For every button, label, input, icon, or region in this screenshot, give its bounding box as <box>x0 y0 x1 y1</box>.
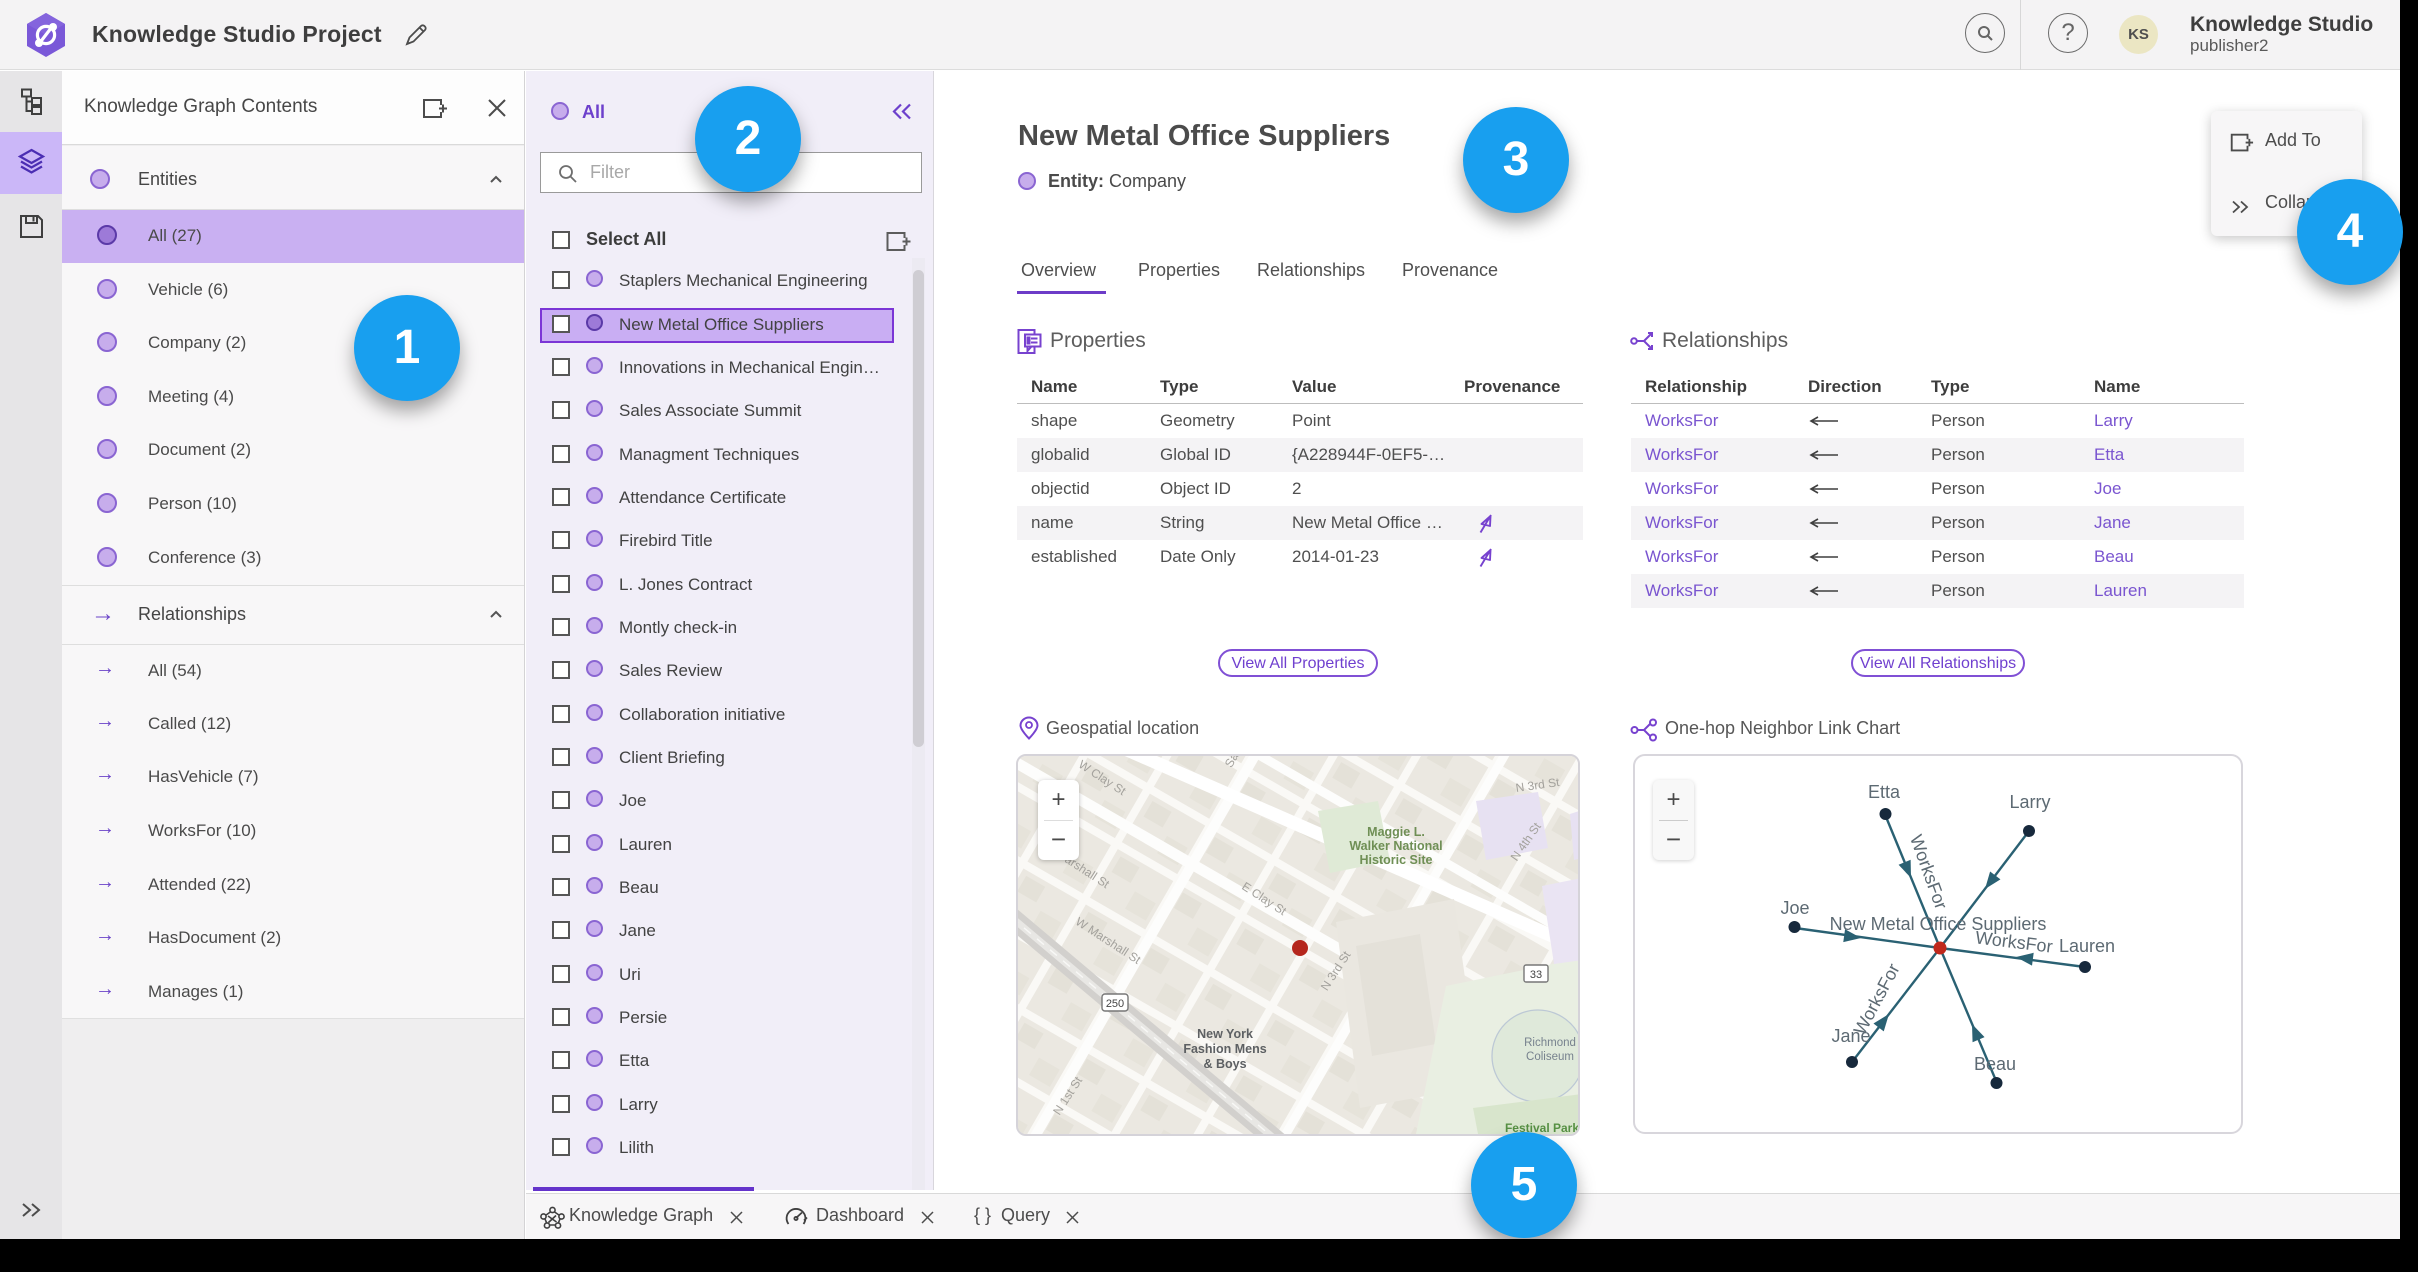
svg-text:WorksFor: WorksFor <box>1850 960 1904 1038</box>
svg-text:Coliseum: Coliseum <box>1526 1051 1574 1063</box>
svg-text:Joe: Joe <box>1780 898 1809 918</box>
svg-text:New York: New York <box>1197 1027 1253 1041</box>
svg-text:Maggie L.: Maggie L. <box>1367 825 1425 839</box>
svg-text:Larry: Larry <box>2009 792 2050 812</box>
svg-text:Etta: Etta <box>1868 782 1901 802</box>
svg-text:33: 33 <box>1530 969 1542 981</box>
svg-text:Walker National: Walker National <box>1349 839 1442 853</box>
svg-text:250: 250 <box>1106 998 1124 1010</box>
svg-text:Beau: Beau <box>1974 1054 2016 1074</box>
svg-text:Lauren: Lauren <box>2059 936 2115 956</box>
svg-text:Fashion Mens: Fashion Mens <box>1183 1042 1266 1056</box>
svg-text:Historic Site: Historic Site <box>1360 853 1433 867</box>
svg-text:Richmond: Richmond <box>1524 1037 1576 1049</box>
svg-text:WorksFor: WorksFor <box>1906 832 1951 912</box>
svg-text:& Boys: & Boys <box>1203 1057 1246 1071</box>
